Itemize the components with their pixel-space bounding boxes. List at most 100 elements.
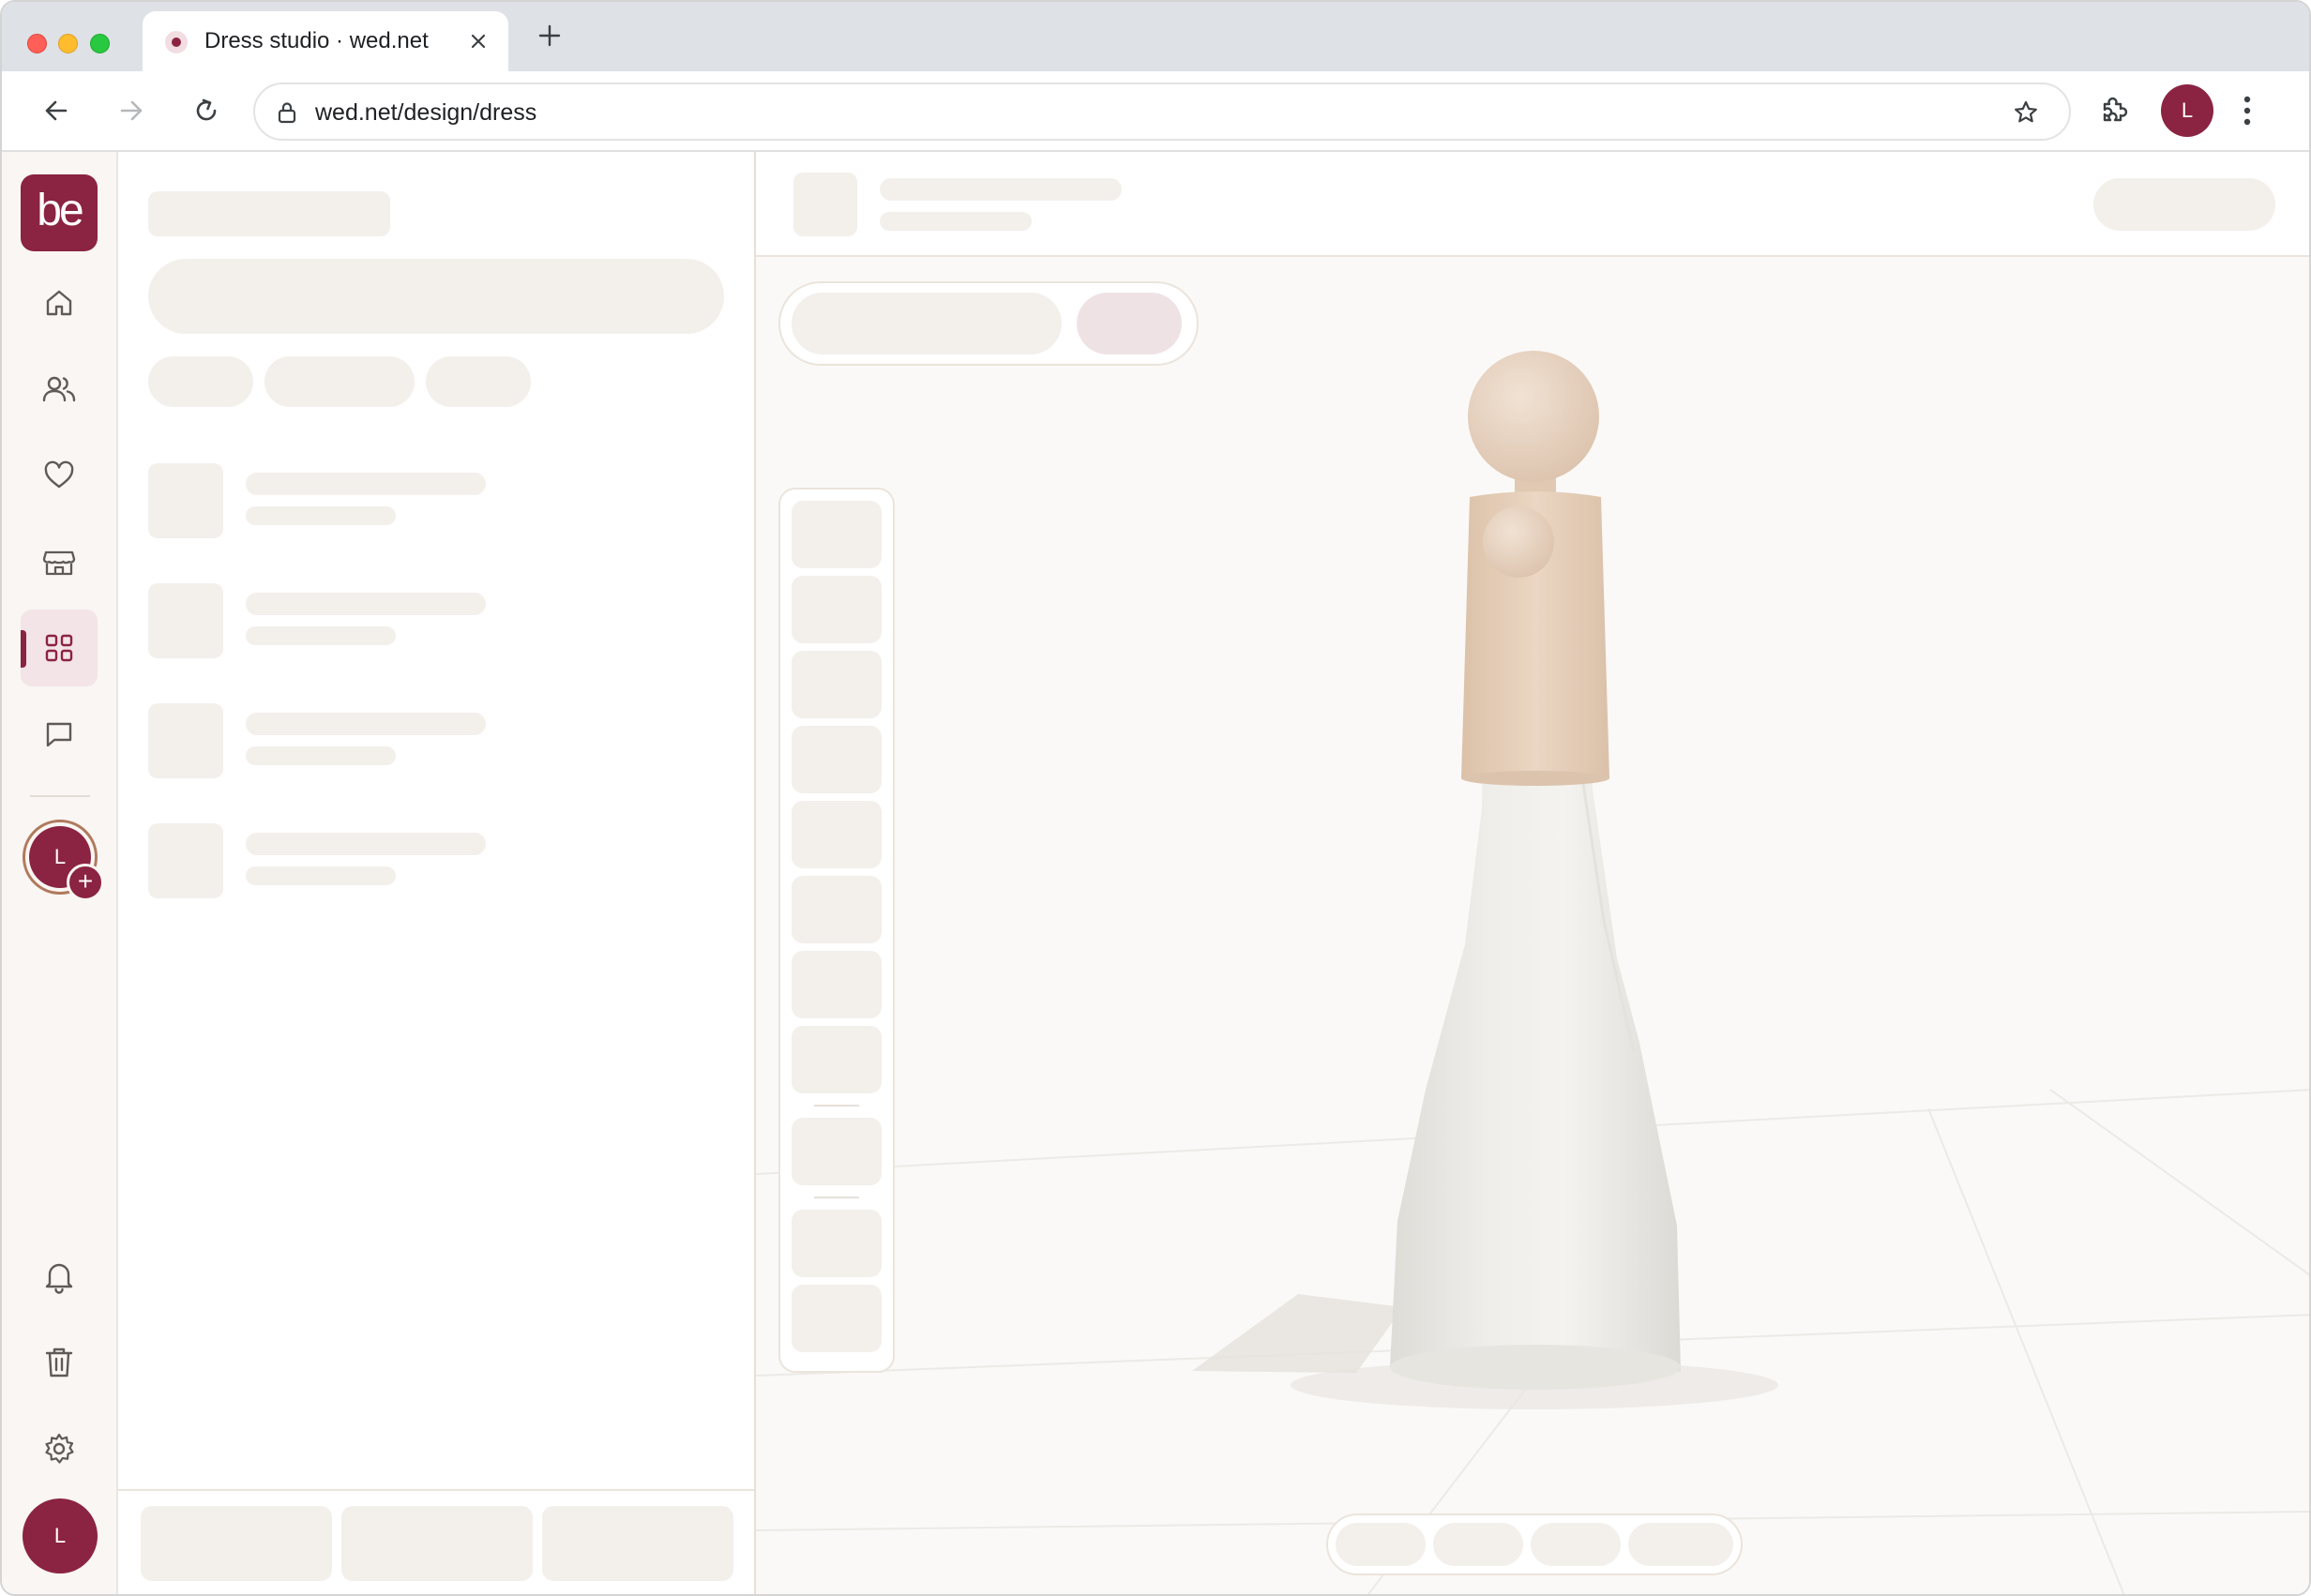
tool-button-skeleton[interactable] [792, 876, 882, 943]
tool-button-skeleton[interactable] [792, 951, 882, 1018]
nav-guests-button[interactable] [21, 351, 98, 428]
view-option-skeleton[interactable] [792, 293, 1062, 354]
tool-button-skeleton[interactable] [792, 1026, 882, 1093]
view-option-active-skeleton[interactable] [1077, 293, 1182, 354]
minimize-window-button[interactable] [58, 34, 78, 53]
text-line-skeleton [246, 506, 396, 525]
reload-button[interactable] [188, 92, 225, 129]
nav-active-indicator [21, 630, 26, 668]
filter-chip-skeleton [148, 356, 253, 407]
search-skeleton [148, 259, 724, 334]
tool-button-skeleton[interactable] [792, 801, 882, 868]
panel-footer [118, 1489, 754, 1594]
nav-design-button[interactable] [21, 610, 98, 686]
thumbnail-skeleton [148, 703, 223, 778]
partner-avatar[interactable]: L + [23, 820, 104, 901]
nav-vendors-button[interactable] [21, 523, 98, 600]
tab-title: Dress studio · wed.net [204, 28, 429, 53]
trash-icon [45, 1348, 73, 1378]
tab-close-icon[interactable] [463, 26, 493, 56]
tool-button-skeleton[interactable] [792, 651, 882, 718]
site-favicon-icon [165, 31, 188, 53]
arrow-left-icon [45, 100, 68, 121]
gear-icon [45, 1433, 74, 1464]
camera-control-skeleton[interactable] [1628, 1523, 1733, 1566]
nav-rail: be L + L [2, 152, 118, 1594]
text-line-skeleton [246, 593, 486, 615]
tool-button-skeleton[interactable] [792, 726, 882, 793]
tool-button-skeleton[interactable] [792, 501, 882, 568]
browser-window: Dress studio · wed.net wed.net/design/dr… [0, 0, 2311, 1596]
camera-control-skeleton[interactable] [1531, 1523, 1621, 1566]
camera-control-skeleton[interactable] [1433, 1523, 1523, 1566]
thumbnail-skeleton [148, 583, 223, 658]
tool-button-skeleton[interactable] [792, 1210, 882, 1277]
dress-3d-viewport[interactable] [756, 152, 2311, 1596]
project-subtitle-skeleton [880, 212, 1032, 231]
new-tab-button[interactable] [533, 19, 566, 53]
notifications-button[interactable] [21, 1238, 98, 1315]
rail-divider [30, 795, 90, 797]
header-action-skeleton [2093, 178, 2275, 231]
footer-button-skeleton [141, 1506, 332, 1581]
url-text[interactable]: wed.net/design/dress [315, 99, 536, 127]
maximize-window-button[interactable] [90, 34, 110, 53]
text-line-skeleton [246, 473, 486, 495]
text-line-skeleton [246, 626, 396, 645]
thumbnail-skeleton [148, 463, 223, 538]
add-partner-plus-icon[interactable]: + [67, 864, 104, 901]
lock-icon[interactable] [276, 100, 298, 129]
browser-toolbar: wed.net/design/dress L [2, 71, 2309, 152]
storefront-icon [42, 550, 76, 576]
close-window-button[interactable] [27, 34, 47, 53]
tab-strip: Dress studio · wed.net [2, 2, 2309, 71]
trash-button[interactable] [21, 1324, 98, 1401]
tool-strip [778, 488, 895, 1373]
tool-divider [814, 1197, 859, 1198]
view-toggle-group [778, 281, 1199, 366]
text-line-skeleton [246, 866, 396, 885]
mannequin-dress-model[interactable] [756, 152, 2311, 1596]
tool-button-skeleton[interactable] [792, 576, 882, 643]
app-shell: be L + L [2, 152, 2311, 1596]
thumbnail-skeleton [148, 823, 223, 898]
project-title-skeleton [880, 178, 1122, 201]
panel-title-skeleton [148, 191, 390, 236]
grid-icon [45, 634, 73, 662]
extensions-puzzle-icon[interactable] [2097, 92, 2131, 130]
browser-tab-active[interactable]: Dress studio · wed.net [143, 11, 508, 71]
tool-button-skeleton[interactable] [792, 1118, 882, 1185]
user-avatar[interactable]: L [23, 1498, 98, 1573]
arrow-right-icon [120, 100, 143, 121]
browser-profile-avatar[interactable]: L [2161, 84, 2213, 137]
home-icon [46, 290, 72, 316]
nav-home-button[interactable] [21, 264, 98, 341]
address-bar[interactable]: wed.net/design/dress [253, 83, 2071, 141]
text-line-skeleton [246, 713, 486, 735]
camera-controls-group [1326, 1513, 1743, 1575]
settings-button[interactable] [21, 1410, 98, 1487]
filter-chip-skeleton [264, 356, 415, 407]
stage-header [756, 152, 2309, 257]
reload-icon [196, 98, 217, 121]
browser-menu-kebab-icon[interactable] [2242, 92, 2253, 134]
heart-icon [44, 460, 74, 489]
nav-messages-button[interactable] [21, 696, 98, 773]
back-button[interactable] [38, 92, 75, 129]
footer-button-skeleton [542, 1506, 733, 1581]
footer-button-skeleton [341, 1506, 533, 1581]
text-line-skeleton [246, 746, 396, 765]
tool-button-skeleton[interactable] [792, 1285, 882, 1352]
nav-favorites-button[interactable] [21, 437, 98, 514]
design-options-panel [118, 152, 756, 1594]
bookmark-star-icon[interactable] [2013, 99, 2039, 130]
tool-divider [814, 1105, 859, 1107]
camera-control-skeleton[interactable] [1336, 1523, 1426, 1566]
forward-button[interactable] [113, 92, 150, 129]
filter-chip-skeleton [426, 356, 531, 407]
bell-icon [45, 1263, 73, 1294]
brand-logo[interactable]: be [21, 174, 98, 251]
users-icon [42, 376, 76, 402]
project-icon-skeleton [793, 173, 857, 236]
text-line-skeleton [246, 833, 486, 855]
